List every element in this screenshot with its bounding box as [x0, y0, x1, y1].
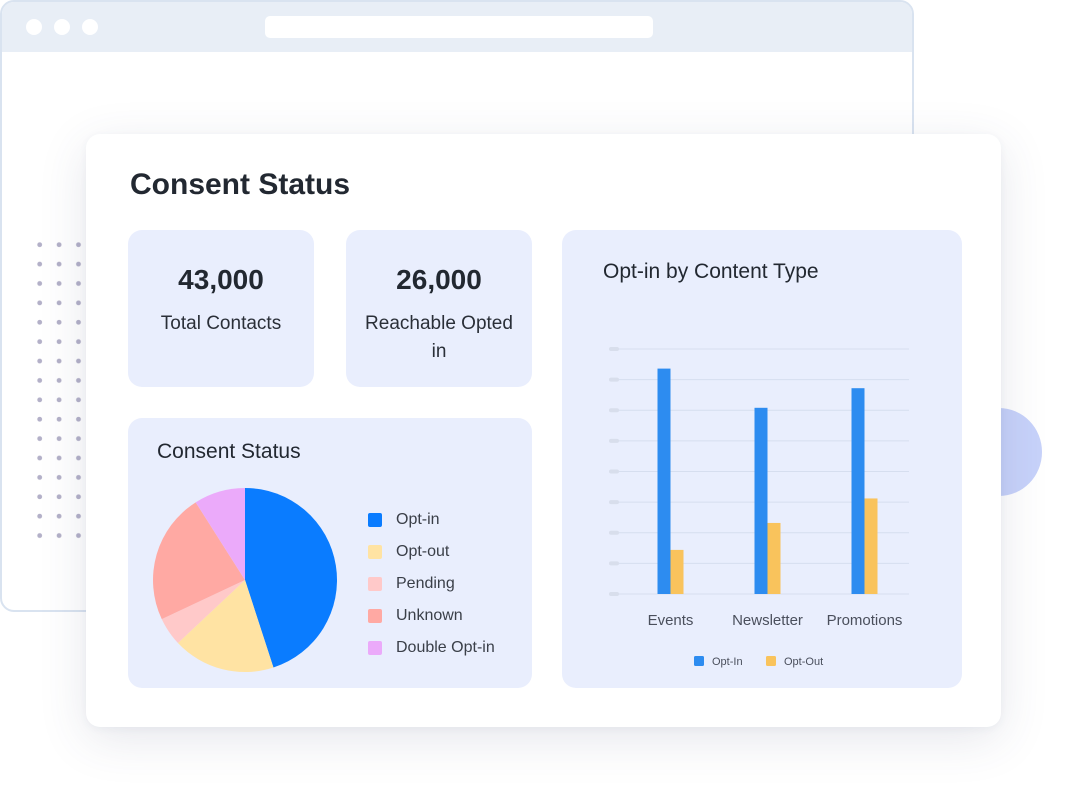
stat-card-reachable: 26,000 Reachable Opted in — [346, 230, 532, 387]
window-dot — [54, 19, 70, 35]
x-tick-label: Promotions — [827, 612, 903, 629]
legend-swatch — [368, 609, 382, 623]
y-tick-placeholder — [609, 469, 619, 474]
x-tick-label: Newsletter — [732, 612, 803, 629]
consent-pie-chart — [153, 488, 338, 673]
legend-swatch — [368, 545, 382, 559]
legend-item: Opt-in — [368, 504, 495, 536]
legend-item: Double Opt-in — [368, 632, 495, 664]
legend-label: Opt-out — [396, 543, 450, 560]
stat-value: 26,000 — [396, 264, 482, 295]
legend-label: Pending — [396, 575, 455, 592]
legend-label: Unknown — [396, 607, 463, 624]
y-tick-placeholder — [609, 592, 619, 596]
pie-legend: Opt-in Opt-out Pending Unknown Double Opt-in — [368, 504, 495, 664]
stat-card-total-contacts: 43,000 Total Contacts — [128, 230, 314, 387]
bar-opt-out — [670, 549, 684, 594]
window-dot — [26, 19, 42, 35]
pie-chart-title: Consent Status — [157, 440, 301, 463]
y-tick-placeholder — [609, 530, 619, 535]
opt-in-bar-chart: Events Newsletter Promotions Opt-In Opt-Out — [609, 347, 909, 668]
legend-swatch — [694, 656, 704, 666]
y-tick-placeholder — [609, 408, 619, 413]
consent-status-card: Consent Status 43,000 Total Contacts 26,… — [86, 134, 1001, 727]
browser-title-bar — [2, 2, 912, 52]
decorative-dot-grid — [30, 235, 90, 540]
legend-swatch — [368, 641, 382, 655]
stat-label: Reachable Opted in — [365, 313, 513, 362]
window-dot — [82, 19, 98, 35]
legend-swatch — [766, 656, 776, 666]
legend-item: Pending — [368, 568, 495, 600]
legend-swatch — [368, 577, 382, 591]
legend-label: Opt-in — [396, 511, 440, 528]
legend-label: Opt-Out — [784, 656, 823, 668]
consent-pie-panel: Consent Status Opt-in Opt-out Pending Unkno… — [128, 418, 532, 688]
x-tick-label: Events — [648, 612, 694, 629]
legend-item: Unknown — [368, 600, 495, 632]
stat-label: Total Contacts — [160, 313, 282, 334]
bar-opt-in — [754, 407, 768, 594]
bar-opt-in — [851, 388, 865, 594]
legend-item: Opt-out — [368, 536, 495, 568]
bar-opt-in — [657, 368, 671, 594]
page-title: Consent Status — [130, 168, 351, 201]
y-tick-placeholder — [609, 561, 619, 566]
stat-value: 43,000 — [178, 264, 264, 295]
address-bar[interactable] — [265, 16, 653, 38]
legend-swatch — [368, 513, 382, 527]
y-tick-placeholder — [609, 500, 619, 505]
bar-opt-out — [767, 522, 781, 594]
opt-in-bar-panel: Opt-in by Content Type Events Newsletter P… — [562, 230, 962, 688]
legend-label: Double Opt-in — [396, 639, 495, 656]
legend-label: Opt-In — [712, 656, 743, 668]
y-tick-placeholder — [609, 438, 619, 443]
bar-opt-out — [864, 498, 878, 594]
y-tick-placeholder — [609, 377, 619, 382]
y-tick-placeholder — [609, 347, 619, 351]
